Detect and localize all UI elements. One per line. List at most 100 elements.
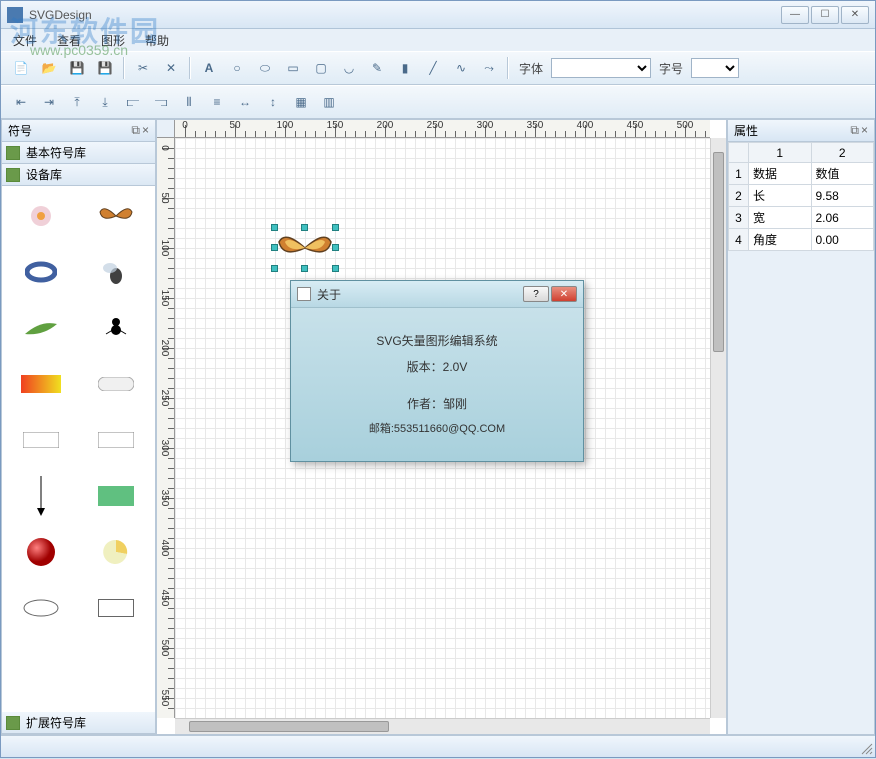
- prop-key[interactable]: 长: [749, 185, 812, 207]
- panel-close-icon[interactable]: ×: [861, 123, 868, 138]
- symbol-button[interactable]: [85, 362, 148, 406]
- about-help-button[interactable]: ?: [523, 286, 549, 302]
- about-author: 作者：邹刚: [311, 391, 563, 417]
- menu-graphics[interactable]: 图形: [95, 30, 131, 51]
- col-header[interactable]: 1: [749, 143, 812, 163]
- resize-handle-nw[interactable]: [271, 224, 278, 231]
- save-as-icon[interactable]: 💾: [93, 56, 117, 80]
- ruler-corner: [157, 120, 175, 138]
- same-height-icon[interactable]: ↕: [261, 90, 285, 114]
- scrollbar-horizontal[interactable]: [175, 718, 710, 734]
- symbol-butterfly[interactable]: [85, 194, 148, 238]
- ellipse-tool-icon[interactable]: ⬭: [253, 56, 277, 80]
- prop-key[interactable]: 数据: [749, 163, 812, 185]
- align-center-v-icon[interactable]: ⫎: [149, 90, 173, 114]
- symbol-bee[interactable]: [85, 250, 148, 294]
- font-combo[interactable]: [551, 58, 651, 78]
- line-tool-icon[interactable]: ╱: [421, 56, 445, 80]
- col-header[interactable]: 2: [811, 143, 874, 163]
- symbols-panel-title: 符号: [8, 122, 32, 139]
- pen-tool-icon[interactable]: ✎: [365, 56, 389, 80]
- prop-key[interactable]: 宽: [749, 207, 812, 229]
- resize-handle-se[interactable]: [332, 265, 339, 272]
- about-titlebar[interactable]: 关于 ? ✕: [291, 281, 583, 307]
- symbol-label-1[interactable]: [10, 418, 73, 462]
- symbol-ring[interactable]: [10, 250, 73, 294]
- open-file-icon[interactable]: 📂: [37, 56, 61, 80]
- polyline-tool-icon[interactable]: ⤳: [477, 56, 501, 80]
- curve-tool-icon[interactable]: ∿: [449, 56, 473, 80]
- resize-handle-w[interactable]: [271, 244, 278, 251]
- ruler-vertical: 050100150200250300350400450500550: [157, 138, 175, 718]
- prop-value[interactable]: 2.06: [811, 207, 874, 229]
- menu-help[interactable]: 帮助: [139, 30, 175, 51]
- scrollbar-vertical[interactable]: [710, 138, 726, 718]
- selected-butterfly-object[interactable]: [275, 228, 335, 268]
- symbol-rect-outline[interactable]: [85, 586, 148, 630]
- properties-panel-header[interactable]: 属性 ⧉ ×: [728, 120, 874, 142]
- symbols-panel-header[interactable]: 符号 ⧉ ×: [2, 120, 155, 142]
- panel-close-icon[interactable]: ×: [142, 123, 149, 138]
- ungroup-icon[interactable]: ▥: [317, 90, 341, 114]
- table-corner: [729, 143, 749, 163]
- circle-tool-icon[interactable]: ○: [225, 56, 249, 80]
- symbol-gradient-rect[interactable]: [10, 362, 73, 406]
- save-icon[interactable]: 💾: [65, 56, 89, 80]
- prop-value[interactable]: 9.58: [811, 185, 874, 207]
- roundrect-tool-icon[interactable]: ▢: [309, 56, 333, 80]
- prop-value[interactable]: 0.00: [811, 229, 874, 251]
- resize-handle-sw[interactable]: [271, 265, 278, 272]
- symbol-leaf[interactable]: [10, 306, 73, 350]
- minimize-button[interactable]: —: [781, 6, 809, 24]
- resize-handle-s[interactable]: [301, 265, 308, 272]
- about-body: SVG矢量图形编辑系统 版本：2.0V 作者：邹刚 邮箱:553511660@Q…: [291, 307, 583, 461]
- resize-handle-ne[interactable]: [332, 224, 339, 231]
- rect-tool-icon[interactable]: ▭: [281, 56, 305, 80]
- new-file-icon[interactable]: 📄: [9, 56, 33, 80]
- ext-symbol-lib[interactable]: 扩展符号库: [2, 712, 155, 734]
- symbol-ellipse-outline[interactable]: [10, 586, 73, 630]
- align-bottom-icon[interactable]: ⤓: [93, 90, 117, 114]
- group-icon[interactable]: ▦: [289, 90, 313, 114]
- device-lib[interactable]: 设备库: [2, 164, 155, 186]
- titlebar[interactable]: SVGDesign — ☐ ✕: [1, 1, 875, 29]
- same-width-icon[interactable]: ↔: [233, 90, 257, 114]
- basic-symbol-lib[interactable]: 基本符号库: [2, 142, 155, 164]
- resize-grip-icon[interactable]: [860, 742, 874, 756]
- align-center-h-icon[interactable]: ⫍: [121, 90, 145, 114]
- symbol-red-sphere[interactable]: [10, 530, 73, 574]
- align-left-icon[interactable]: ⇤: [9, 90, 33, 114]
- ruler-horizontal: 050100150200250300350400450500: [175, 120, 710, 138]
- prop-key[interactable]: 角度: [749, 229, 812, 251]
- distribute-v-icon[interactable]: ≡: [205, 90, 229, 114]
- panel-float-icon[interactable]: ⧉: [131, 123, 140, 138]
- prop-value[interactable]: 数值: [811, 163, 874, 185]
- symbol-green-rect[interactable]: [85, 474, 148, 518]
- symbol-label-2[interactable]: [85, 418, 148, 462]
- symbol-pie[interactable]: [85, 530, 148, 574]
- resize-handle-e[interactable]: [332, 244, 339, 251]
- about-close-button[interactable]: ✕: [551, 286, 577, 302]
- size-combo[interactable]: [691, 58, 739, 78]
- close-button[interactable]: ✕: [841, 6, 869, 24]
- about-title: 关于: [317, 286, 523, 303]
- fill-tool-icon[interactable]: ▮: [393, 56, 417, 80]
- text-tool-icon[interactable]: A: [197, 56, 221, 80]
- align-top-icon[interactable]: ⤒: [65, 90, 89, 114]
- resize-handle-n[interactable]: [301, 224, 308, 231]
- symbol-flower[interactable]: [10, 194, 73, 238]
- panel-float-icon[interactable]: ⧉: [850, 123, 859, 138]
- distribute-h-icon[interactable]: ⦀: [177, 90, 201, 114]
- menu-view[interactable]: 查看: [51, 30, 87, 51]
- delete-icon[interactable]: ✕: [159, 56, 183, 80]
- properties-table: 1 2 1 数据 数值 2 长 9.58 3 宽 2.06: [728, 142, 874, 251]
- arc-tool-icon[interactable]: ◡: [337, 56, 361, 80]
- symbol-arrow[interactable]: [10, 474, 73, 518]
- separator: [123, 57, 125, 79]
- window-title: SVGDesign: [29, 8, 781, 22]
- symbol-ant[interactable]: [85, 306, 148, 350]
- menu-file[interactable]: 文件: [7, 30, 43, 51]
- align-right-icon[interactable]: ⇥: [37, 90, 61, 114]
- cut-icon[interactable]: ✂: [131, 56, 155, 80]
- maximize-button[interactable]: ☐: [811, 6, 839, 24]
